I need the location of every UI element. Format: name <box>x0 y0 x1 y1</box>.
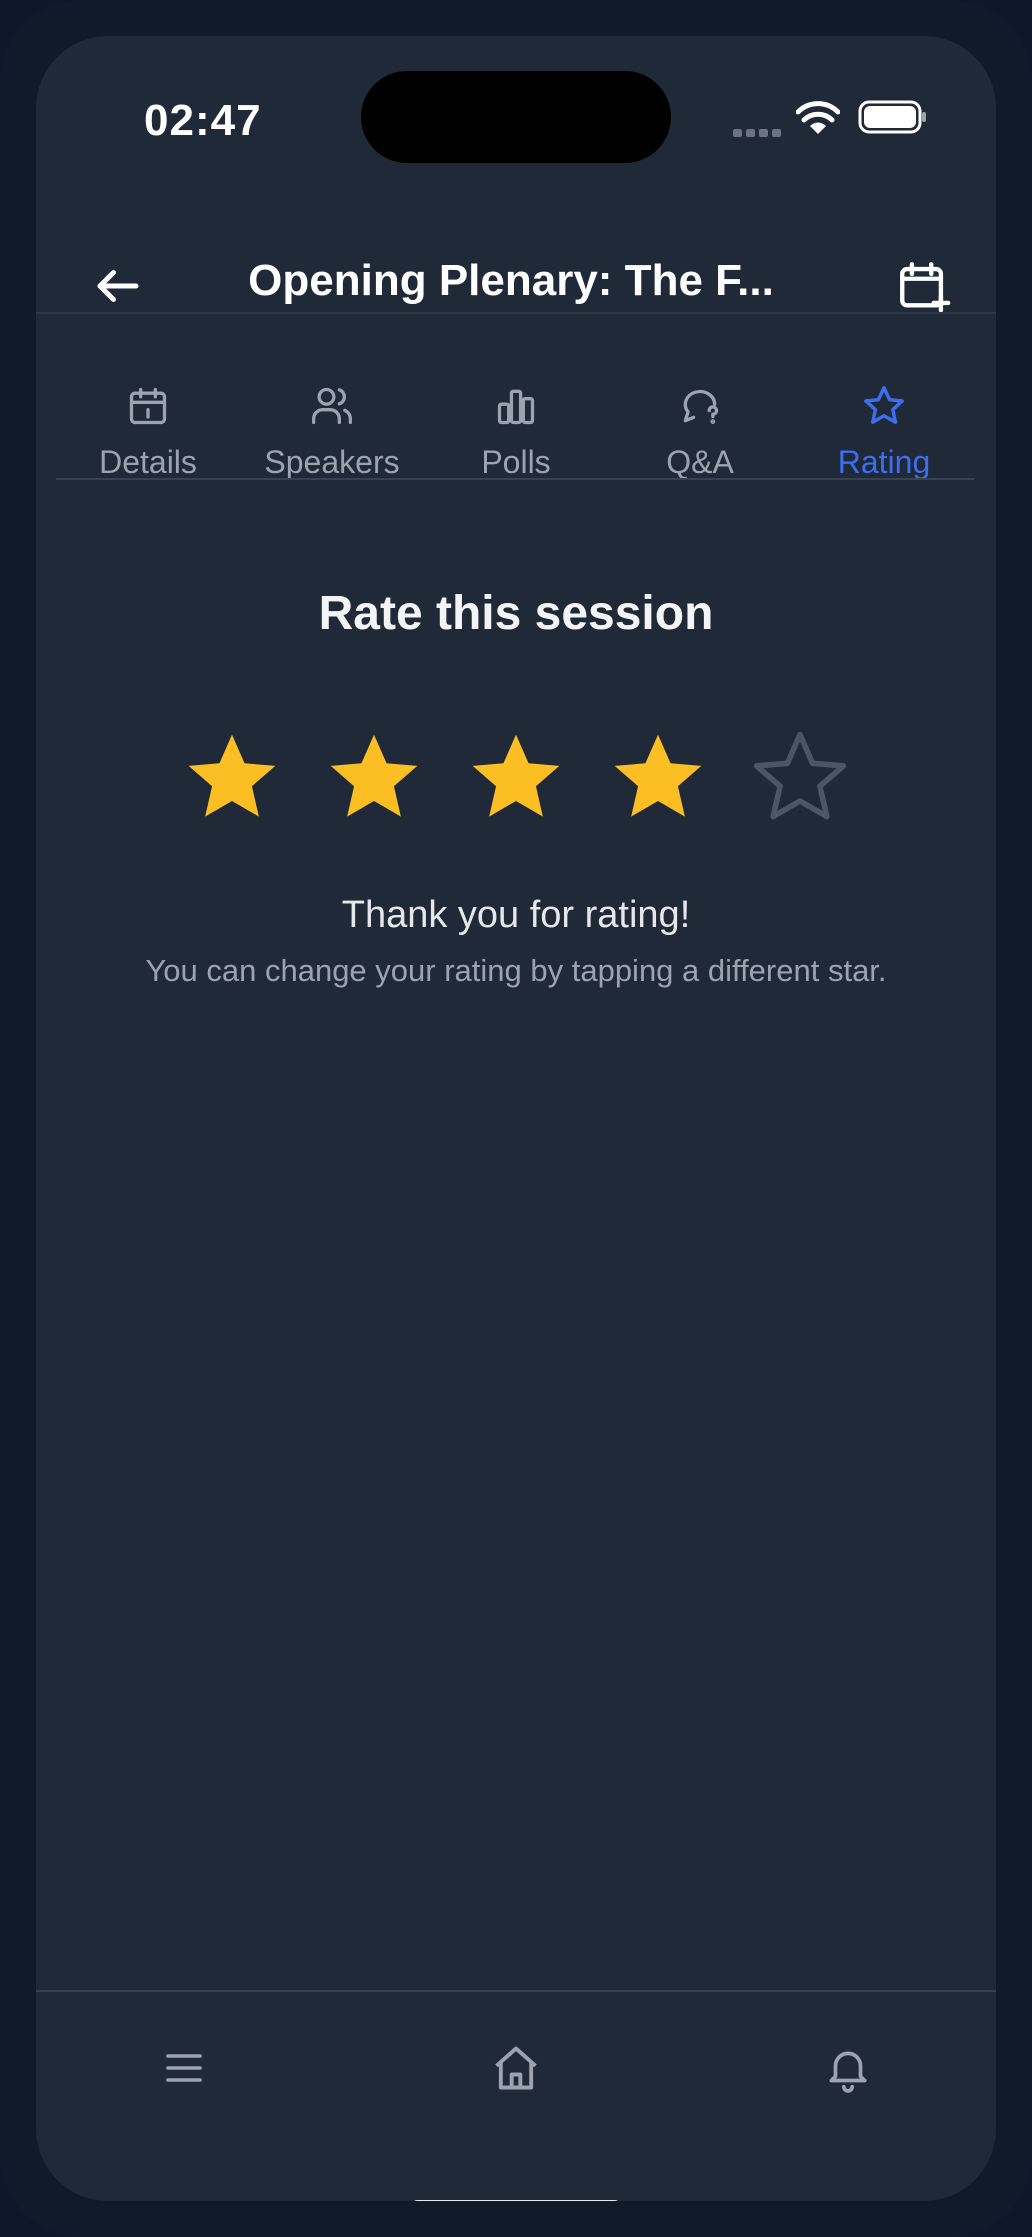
calendar-icon <box>129 387 167 425</box>
menu-button[interactable] <box>148 2032 220 2104</box>
session-tabs: Details Speakers Polls Q&A Rating <box>56 314 976 514</box>
bell-icon <box>829 2051 867 2093</box>
tab-polls[interactable]: Polls <box>424 314 608 514</box>
star-2-button[interactable] <box>322 726 426 830</box>
thank-you-message: Thank you for rating! <box>341 894 691 936</box>
star-1-button[interactable] <box>180 726 284 830</box>
arrow-left-icon <box>97 270 139 302</box>
tab-rating-label: Rating <box>837 444 931 480</box>
tab-qa-label: Q&A <box>666 444 734 480</box>
notifications-button[interactable] <box>812 2032 884 2104</box>
tab-speakers-label: Speakers <box>264 444 400 480</box>
menu-icon <box>166 2054 202 2082</box>
star-4-button[interactable] <box>606 726 710 830</box>
app-screen: 02:47 Opening Plenary: The F... Details … <box>36 36 996 2201</box>
home-button[interactable] <box>480 2032 552 2104</box>
rating-hint: You can change your rating by tapping a … <box>145 953 887 988</box>
home-indicator <box>413 2200 619 2201</box>
users-icon <box>312 387 352 425</box>
tab-polls-label: Polls <box>481 444 551 480</box>
phone-frame: 02:47 Opening Plenary: The F... Details … <box>0 0 1032 2237</box>
status-bar: 02:47 <box>36 36 996 186</box>
star-3-button[interactable] <box>464 726 568 830</box>
question-bubble-icon <box>683 389 719 424</box>
page-title: Opening Plenary: The F... <box>248 256 774 305</box>
tab-qa[interactable]: Q&A <box>608 314 792 514</box>
wifi-icon <box>796 101 840 134</box>
star-5-button[interactable] <box>748 726 852 830</box>
bottom-navigation <box>36 1992 996 2132</box>
tabs-divider <box>56 478 974 480</box>
dynamic-island <box>361 71 671 163</box>
bar-chart-icon <box>497 389 535 425</box>
home-icon <box>495 2046 537 2090</box>
battery-icon <box>858 100 926 134</box>
status-time: 02:47 <box>144 96 262 145</box>
tab-rating[interactable]: Rating <box>792 314 976 514</box>
tab-speakers[interactable]: Speakers <box>240 314 424 514</box>
tab-details-label: Details <box>99 444 197 480</box>
cellular-signal-icon <box>733 124 785 137</box>
star-icon <box>864 386 904 425</box>
rating-title: Rate this session <box>318 587 714 640</box>
tab-details[interactable]: Details <box>56 314 240 514</box>
calendar-plus-icon <box>900 262 951 313</box>
star-rating <box>36 726 996 866</box>
